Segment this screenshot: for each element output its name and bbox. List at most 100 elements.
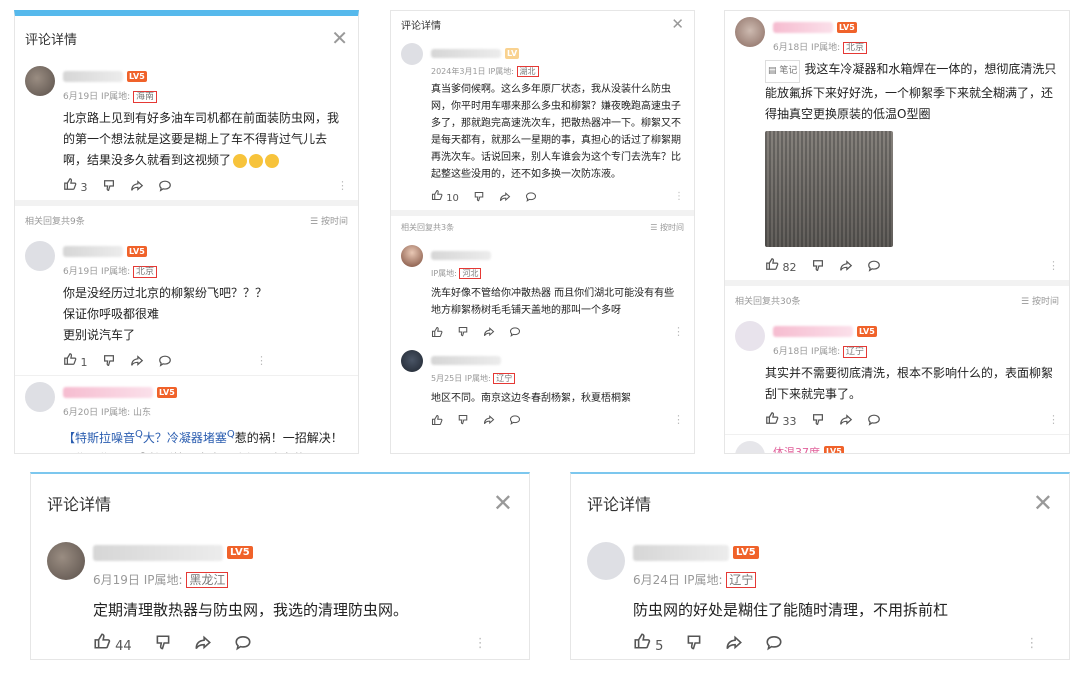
share-icon[interactable] — [839, 259, 853, 273]
share-icon[interactable] — [130, 179, 144, 193]
username[interactable] — [431, 49, 501, 58]
close-icon[interactable]: ✕ — [331, 26, 348, 50]
more-icon[interactable]: ⋮ — [474, 636, 487, 651]
avatar[interactable] — [587, 542, 625, 580]
more-icon[interactable]: ⋮ — [1025, 636, 1038, 651]
action-bar: 1 ⋮ — [63, 352, 267, 369]
like-button[interactable]: 33 — [765, 411, 797, 428]
share-icon[interactable] — [725, 634, 743, 652]
dislike-icon[interactable] — [811, 413, 825, 427]
username[interactable] — [63, 246, 123, 257]
comment-icon[interactable] — [867, 413, 881, 427]
more-icon[interactable]: ⋮ — [256, 354, 267, 367]
reply: 5月25日 IP属地: 辽宁 地区不同。南京这边冬春刮杨絮，秋夏梧桐絮 ⋮ — [391, 344, 694, 432]
dislike-icon[interactable] — [102, 179, 116, 193]
dislike-icon[interactable] — [473, 191, 485, 203]
like-button[interactable]: 5 — [633, 632, 663, 654]
avatar[interactable] — [25, 382, 55, 412]
level-badge: LV5 — [127, 246, 147, 257]
level-badge: LV5 — [733, 546, 759, 559]
comment-icon[interactable] — [158, 354, 172, 368]
more-icon[interactable]: ⋮ — [337, 179, 348, 192]
share-icon[interactable] — [839, 413, 853, 427]
comment-icon[interactable] — [867, 259, 881, 273]
username[interactable] — [63, 71, 123, 82]
condenser-photo[interactable] — [765, 131, 893, 247]
username: 体温37度 — [773, 446, 820, 454]
username — [773, 326, 853, 337]
dislike-icon[interactable] — [685, 634, 703, 652]
more-icon[interactable]: ⋮ — [674, 191, 684, 202]
main-comment: LV5 6月24日 IP属地: 辽宁 防虫网的好处是糊住了能随时清理，不用拆前杠… — [571, 532, 1069, 659]
comment-icon[interactable] — [509, 414, 521, 426]
avatar[interactable] — [25, 241, 55, 271]
username[interactable] — [633, 544, 729, 561]
username[interactable] — [773, 22, 833, 33]
close-icon[interactable]: ✕ — [1033, 489, 1053, 517]
level-badge: LV5 — [857, 326, 877, 337]
reply: IP属地: 河北 洗车好像不管给你冲散热器 而且你们湖北可能没有有些地方柳絮杨树… — [391, 239, 694, 344]
sort-button[interactable]: ☰ 按时间 — [310, 214, 348, 227]
like-button[interactable]: 3 — [63, 177, 88, 194]
share-icon[interactable] — [499, 191, 511, 203]
avatar[interactable] — [25, 66, 55, 96]
avatar[interactable] — [735, 17, 765, 47]
comment-icon[interactable] — [509, 326, 521, 338]
level-badge: LV5 — [157, 387, 177, 398]
comment-icon[interactable] — [234, 634, 252, 652]
avatar[interactable] — [735, 441, 765, 453]
avatar[interactable] — [735, 321, 765, 351]
dislike-icon[interactable] — [102, 354, 116, 368]
sort-button[interactable]: ☰ 按时间 — [1021, 294, 1059, 307]
video-link[interactable]: 【特斯拉噪音Q大？冷凝器堵塞Q — [63, 429, 235, 445]
share-icon[interactable] — [483, 414, 495, 426]
dislike-icon[interactable] — [154, 634, 172, 652]
ip-location: 湖北 — [516, 66, 539, 77]
share-icon[interactable] — [130, 354, 144, 368]
close-icon[interactable]: ✕ — [493, 489, 513, 517]
like-button[interactable]: 10 — [431, 189, 459, 204]
share-icon[interactable] — [483, 326, 495, 338]
dislike-icon[interactable] — [457, 326, 469, 338]
more-icon[interactable]: ⋮ — [1048, 259, 1059, 272]
comment-icon[interactable] — [525, 191, 537, 203]
comment-meta: 6月24日 IP属地: 辽宁 — [633, 571, 1038, 588]
more-icon[interactable]: ⋮ — [673, 413, 684, 426]
dislike-icon[interactable] — [457, 414, 469, 426]
avatar[interactable] — [47, 542, 85, 580]
reply: LV5 6月18日 IP属地: 辽宁 其实并不需要彻底清洗，根本不影响什么的，表… — [725, 315, 1069, 434]
comment-icon[interactable] — [158, 179, 172, 193]
like-icon[interactable] — [431, 326, 443, 338]
comment-meta: 6月19日 IP属地: 黑龙江 — [93, 571, 487, 588]
more-icon[interactable]: ⋮ — [1048, 413, 1059, 426]
comment-text: 地区不同。南京这边冬春刮杨絮，秋夏梧桐絮 — [431, 393, 631, 404]
share-icon[interactable] — [194, 634, 212, 652]
panel-header: 评论详情 ✕ — [31, 474, 529, 532]
level-badge: LV5 — [824, 446, 844, 453]
like-button[interactable]: 82 — [765, 257, 797, 274]
avatar[interactable] — [401, 350, 423, 372]
comment-panel-1: 评论详情 ✕ LV5 6月19日 IP属地: 海南 北京路上见到有好多油车司机都… — [14, 10, 359, 454]
close-icon[interactable]: ✕ — [671, 15, 684, 33]
comment-text: 其实并不需要彻底清洗，根本不影响什么的，表面柳絮刮下来就完事了。 — [765, 366, 1054, 401]
comment-meta: 6月20日 IP属地: 山东 — [63, 408, 152, 418]
avatar[interactable] — [401, 43, 423, 65]
username[interactable] — [93, 544, 223, 561]
like-button[interactable]: 44 — [93, 632, 132, 654]
more-icon[interactable]: ⋮ — [673, 325, 684, 338]
avatar[interactable] — [401, 245, 423, 267]
comment-text: 定期清理散热器与防虫网，我选的清理防虫网。 — [93, 601, 409, 619]
like-button[interactable]: 1 — [63, 352, 88, 369]
username[interactable] — [63, 387, 153, 398]
replies-bar: 相关回复共3条 ☰ 按时间 — [401, 222, 684, 233]
sort-button[interactable]: ☰ 按时间 — [650, 222, 684, 233]
like-icon[interactable] — [431, 414, 443, 426]
dislike-icon[interactable] — [811, 259, 825, 273]
username — [431, 251, 491, 260]
comment-meta: 5月25日 IP属地: 辽宁 — [431, 373, 516, 384]
comment-text: 防虫网的好处是糊住了能随时清理，不用拆前杠 — [633, 601, 949, 619]
comment-icon[interactable] — [765, 634, 783, 652]
level-badge: LV5 — [837, 22, 857, 33]
comment-text: 北京路上见到有好多油车司机都在前面装防虫网，我的第一个想法就是这要是糊上了车不得… — [63, 111, 340, 168]
comment-meta: 2024年3月1日 IP属地: 湖北 — [431, 66, 539, 77]
